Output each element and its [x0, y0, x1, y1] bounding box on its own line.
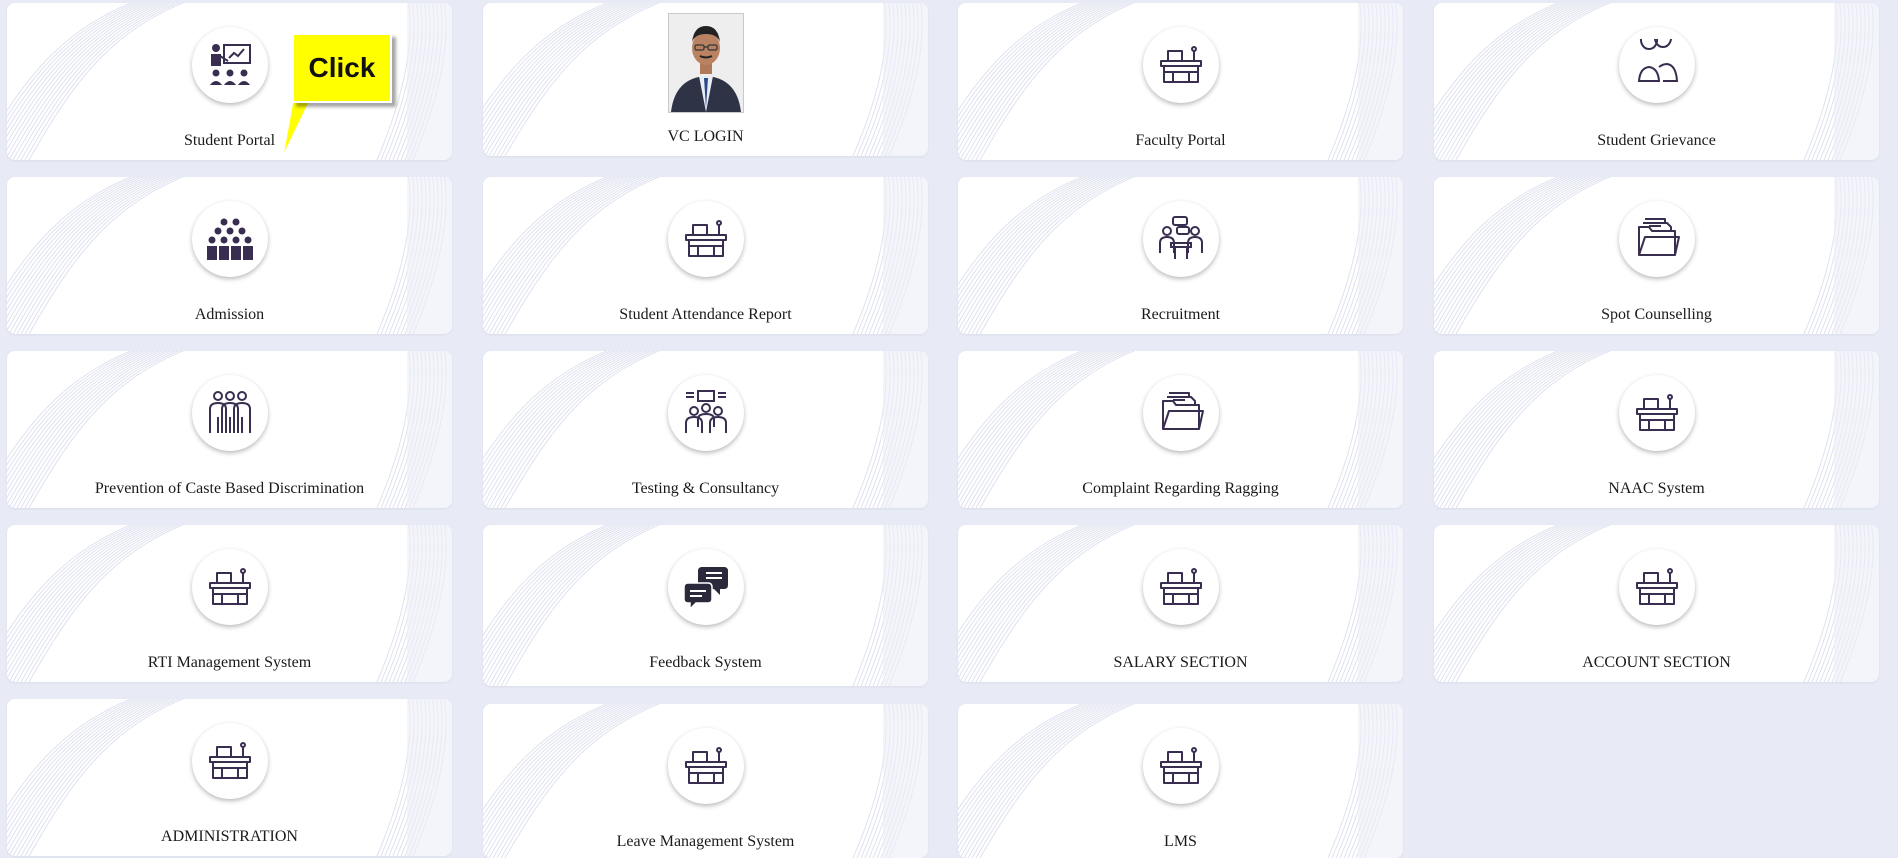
callout-tail: [281, 93, 316, 160]
callout-text: Click: [292, 33, 392, 103]
icon-circle: [1618, 201, 1695, 277]
card-label: ACCOUNT SECTION: [1582, 654, 1731, 671]
card-label: Faculty Portal: [1135, 132, 1226, 149]
card-label: Student Grievance: [1597, 132, 1716, 149]
icon-circle: [191, 375, 268, 451]
icon-circle: [1142, 375, 1219, 451]
card-label: NAAC System: [1608, 480, 1705, 497]
desk-icon: [684, 220, 727, 257]
card-label: LMS: [1164, 833, 1197, 850]
icon-circle: [191, 723, 268, 799]
desk-icon: [1635, 394, 1678, 431]
desk-icon: [1159, 568, 1202, 605]
icon-circle: [191, 27, 268, 103]
desk-icon: [208, 742, 251, 779]
portal-card-salary-section[interactable]: SALARY SECTION: [958, 525, 1403, 682]
card-label: Leave Management System: [616, 833, 795, 850]
card-label: SALARY SECTION: [1113, 654, 1248, 671]
portal-card-student-grievance[interactable]: Student Grievance: [1434, 3, 1879, 160]
portal-card-feedback-system[interactable]: Feedback System: [483, 525, 928, 686]
portal-card-leave-management-system[interactable]: Leave Management System: [483, 704, 928, 858]
folder-icon: [1161, 392, 1204, 430]
meeting-icon: [684, 390, 727, 433]
card-label: Student Attendance Report: [619, 306, 792, 323]
card-label: Testing & Consultancy: [631, 480, 780, 497]
icon-circle: [1142, 549, 1219, 625]
card-label: RTI Management System: [147, 654, 312, 671]
card-label: Recruitment: [1140, 306, 1221, 323]
portal-card-prevention-of-caste-based-discrimination[interactable]: Prevention of Caste Based Discrimination: [7, 351, 452, 508]
click-callout: Click: [281, 33, 400, 160]
icon-circle: [191, 201, 268, 277]
card-label: VC LOGIN: [667, 128, 744, 145]
icon-circle: [1618, 27, 1695, 103]
icon-circle: [1142, 27, 1219, 103]
icon-circle: [667, 375, 744, 451]
portal-card-account-section[interactable]: ACCOUNT SECTION: [1434, 525, 1879, 682]
card-label: Prevention of Caste Based Discrimination: [94, 480, 365, 497]
portal-card-faculty-portal[interactable]: Faculty Portal: [958, 3, 1403, 160]
interview-icon: [1158, 216, 1203, 259]
users-icon: [1637, 39, 1678, 82]
card-label: Admission: [194, 306, 265, 323]
portal-card-student-attendance-report[interactable]: Student Attendance Report: [483, 177, 928, 334]
portal-card-naac-system[interactable]: NAAC System: [1434, 351, 1879, 508]
chat-bubbles-icon: [682, 567, 728, 611]
icon-circle: [1618, 375, 1695, 451]
portal-card-recruitment[interactable]: Recruitment: [958, 177, 1403, 334]
card-label: Spot Counselling: [1601, 306, 1712, 323]
icon-circle: [667, 201, 744, 277]
portal-card-rti-management-system[interactable]: RTI Management System: [7, 525, 452, 682]
portal-grid: Student Portal Click VC LOGIN Faculty Porta…: [0, 0, 1898, 858]
desk-icon: [1159, 46, 1202, 83]
portal-card-administration[interactable]: ADMINISTRATION: [7, 699, 452, 856]
portal-card-spot-counselling[interactable]: Spot Counselling: [1434, 177, 1879, 334]
group-icon: [208, 391, 251, 433]
card-label: Complaint Regarding Ragging: [1082, 480, 1279, 497]
icon-circle: [191, 549, 268, 625]
icon-circle: [1618, 549, 1695, 625]
desk-icon: [1159, 747, 1202, 784]
portal-card-admission[interactable]: Admission: [7, 177, 452, 334]
card-label: Student Portal: [183, 132, 276, 149]
desk-icon: [1635, 568, 1678, 605]
portal-card-complaint-regarding-ragging[interactable]: Complaint Regarding Ragging: [958, 351, 1403, 508]
desk-icon: [208, 568, 251, 605]
vc-portrait-photo: [667, 13, 744, 113]
crowd-icon: [206, 218, 253, 260]
icon-circle: [1142, 201, 1219, 277]
desk-icon: [684, 747, 727, 784]
portal-card-lms[interactable]: LMS: [958, 704, 1403, 858]
icon-circle: [1142, 728, 1219, 804]
portal-card-student-portal[interactable]: Student Portal Click: [7, 3, 452, 160]
portal-card-testing-and-consultancy[interactable]: Testing & Consultancy: [483, 351, 928, 508]
card-label: ADMINISTRATION: [161, 828, 298, 845]
portal-card-vc-login[interactable]: VC LOGIN: [483, 3, 928, 156]
folder-icon: [1637, 218, 1680, 256]
icon-circle: [667, 549, 744, 625]
teacher-board-icon: [209, 44, 251, 85]
icon-circle: [667, 728, 744, 804]
card-label: Feedback System: [649, 654, 762, 671]
